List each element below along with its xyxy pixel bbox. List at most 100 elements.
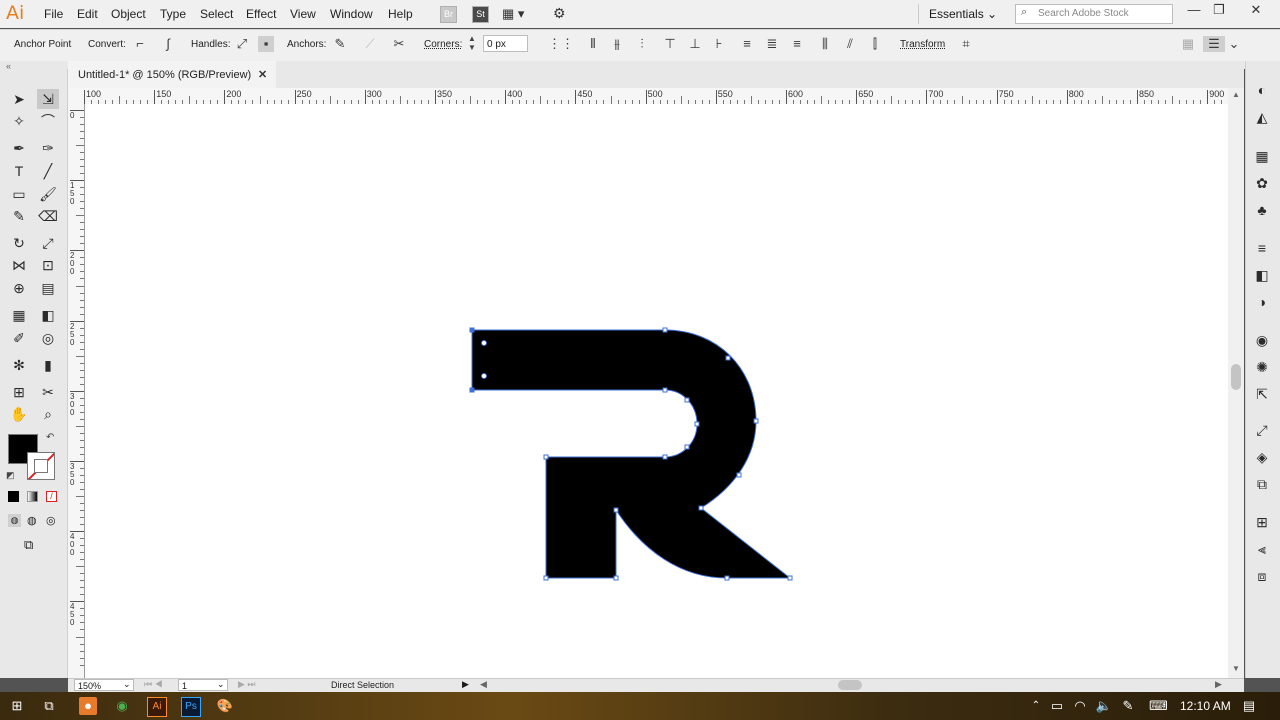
- gradient-panel-icon[interactable]: ◧: [1252, 265, 1272, 285]
- convert-to-corner-icon[interactable]: ⌐: [132, 36, 148, 52]
- status-menu-icon[interactable]: ▶: [462, 679, 469, 690]
- blend-tool-icon[interactable]: ◎: [37, 328, 59, 348]
- transform-panel-icon[interactable]: ⤢: [1252, 420, 1272, 440]
- chrome-icon[interactable]: ◉: [113, 697, 131, 715]
- paint-icon[interactable]: 🎨: [216, 697, 234, 715]
- windows-start-icon[interactable]: ⊞: [8, 697, 26, 715]
- align-option-1-icon[interactable]: ⫴: [585, 36, 601, 52]
- swap-colors-icon[interactable]: ↶: [46, 432, 54, 443]
- letter-r-path[interactable]: [471, 329, 792, 579]
- layers-icon[interactable]: ◈: [1252, 447, 1272, 467]
- notifications-icon[interactable]: ▤: [1240, 697, 1258, 715]
- export-icon[interactable]: ⇱: [1252, 384, 1272, 404]
- draw-behind-icon[interactable]: ◍: [27, 514, 37, 527]
- vertical-scroll-thumb[interactable]: [1231, 364, 1241, 390]
- hide-handles-icon[interactable]: ▪: [258, 36, 274, 52]
- align-option-7-icon[interactable]: ≡: [739, 36, 755, 52]
- mesh-tool-icon[interactable]: ▦: [8, 305, 30, 325]
- direct-selection-tool-icon[interactable]: ⇲: [37, 89, 59, 109]
- stock-search-input[interactable]: ⌕ Search Adobe Stock: [1015, 4, 1173, 24]
- column-graph-icon[interactable]: ▮: [37, 355, 59, 375]
- chevron-down-icon[interactable]: ⌄: [217, 679, 225, 690]
- color-panel-icon[interactable]: ◭: [1252, 107, 1272, 127]
- color-guide-icon[interactable]: ◐: [1252, 80, 1272, 100]
- align-left-panel-icon[interactable]: ⫷: [1252, 539, 1272, 559]
- menu-file[interactable]: File: [44, 7, 63, 21]
- paintbrush-icon[interactable]: 🖌: [37, 184, 59, 204]
- select-similar-icon[interactable]: ⋮⋮: [548, 36, 574, 52]
- align-option-2-icon[interactable]: ⫵: [609, 36, 625, 52]
- workspace-switcher[interactable]: Essentials ⌄: [929, 7, 997, 21]
- menu-window[interactable]: Window: [330, 7, 373, 21]
- artboard-tool-icon[interactable]: ⊞: [8, 382, 30, 402]
- gpu-performance-icon[interactable]: ⚙: [553, 5, 566, 22]
- symbols-icon[interactable]: ♣: [1252, 200, 1272, 220]
- color-mode-icon[interactable]: [8, 491, 19, 502]
- corners-stepper[interactable]: ▲ ▼: [468, 34, 476, 52]
- menu-help[interactable]: Help: [388, 7, 413, 21]
- minimize-button[interactable]: —: [1182, 2, 1206, 22]
- scale-tool-icon[interactable]: ⤢: [37, 233, 59, 253]
- bridge-icon[interactable]: Br: [440, 6, 457, 23]
- pen-workspace-icon[interactable]: ✎: [1119, 697, 1137, 715]
- battery-icon[interactable]: ▭: [1048, 697, 1066, 715]
- vertical-ruler[interactable]: 0 1 5 0 2 0 0 2 5 0 3 0 0 3 5 0 4 0 0 4 5 0: [68, 104, 85, 678]
- align-option-12-icon[interactable]: ⫿: [867, 36, 883, 52]
- magic-wand-icon[interactable]: ✧: [8, 111, 30, 131]
- app-logo[interactable]: Ai: [6, 2, 24, 24]
- align-option-3-icon[interactable]: ⫶: [634, 36, 650, 52]
- type-tool-icon[interactable]: T: [8, 161, 30, 181]
- panel-options-icon[interactable]: ▦: [1180, 36, 1196, 52]
- rectangle-tool-icon[interactable]: ▭: [8, 184, 30, 204]
- eyedropper-icon[interactable]: ✐: [8, 328, 30, 348]
- show-handles-icon[interactable]: ⤢: [234, 36, 250, 52]
- volume-icon[interactable]: 🔈: [1095, 697, 1113, 715]
- taskbar-clock[interactable]: 12:10 AM: [1180, 699, 1231, 713]
- align-panel-icon[interactable]: ⊞: [1252, 512, 1272, 532]
- menu-effect[interactable]: Effect: [246, 7, 276, 21]
- remove-anchor-icon[interactable]: ✎: [332, 36, 348, 52]
- shape-builder-icon[interactable]: ⊕: [8, 278, 30, 298]
- close-tab-icon[interactable]: ✕: [258, 68, 267, 81]
- artboards-panel-icon[interactable]: ⧉: [1252, 474, 1272, 494]
- brushes-icon[interactable]: ✿: [1252, 173, 1272, 193]
- pen-tool-icon[interactable]: ✒: [8, 138, 30, 158]
- zoom-tool-icon[interactable]: ⌕: [37, 404, 59, 424]
- free-transform-icon[interactable]: ⊡: [37, 255, 59, 275]
- arrange-documents-icon[interactable]: ▦ ▾: [502, 6, 524, 22]
- perspective-grid-icon[interactable]: ▤: [37, 278, 59, 298]
- lasso-icon[interactable]: ⌒: [37, 111, 59, 131]
- draw-inside-icon[interactable]: ◎: [46, 514, 56, 527]
- horizontal-ruler[interactable]: 100 150 200 250 300 350 400 450 500 550 600 650 700 7…: [68, 88, 1228, 105]
- menu-object[interactable]: Object: [111, 7, 146, 21]
- scroll-down-icon[interactable]: ▼: [1232, 664, 1240, 673]
- menu-view[interactable]: View: [290, 7, 316, 21]
- control-menu-icon[interactable]: ☰: [1203, 36, 1225, 52]
- scroll-right-icon[interactable]: ▶: [1215, 679, 1222, 690]
- screen-mode-icon[interactable]: ⧉: [24, 537, 33, 553]
- rotate-tool-icon[interactable]: ↻: [8, 233, 30, 253]
- draw-normal-icon[interactable]: ◍: [8, 514, 21, 527]
- hand-tool-icon[interactable]: ✋: [8, 404, 30, 424]
- gradient-tool-icon[interactable]: ◧: [37, 305, 59, 325]
- symbol-sprayer-icon[interactable]: ✻: [8, 355, 30, 375]
- cut-path-icon[interactable]: ✂: [391, 36, 407, 52]
- align-option-6-icon[interactable]: ⊦: [711, 36, 727, 52]
- chevron-down-icon[interactable]: ⌄: [1226, 36, 1242, 52]
- swatches-icon[interactable]: ▦: [1252, 146, 1272, 166]
- firefox-icon[interactable]: ●: [79, 697, 97, 715]
- chevron-down-icon[interactable]: ⌄: [123, 679, 131, 690]
- artboard-canvas[interactable]: [85, 104, 1228, 678]
- align-option-5-icon[interactable]: ⊥: [687, 36, 703, 52]
- width-tool-icon[interactable]: ⋈: [8, 255, 30, 275]
- corners-label[interactable]: Corners:: [424, 39, 462, 50]
- task-view-icon[interactable]: ⧉: [40, 697, 58, 715]
- align-option-11-icon[interactable]: ⫽: [842, 36, 858, 52]
- photoshop-taskbar-icon[interactable]: Ps: [181, 697, 201, 717]
- isolate-icon[interactable]: ⌗: [958, 36, 974, 52]
- line-tool-icon[interactable]: ╱: [37, 161, 59, 181]
- transparency-icon[interactable]: ◑: [1252, 292, 1272, 312]
- pathfinder-icon[interactable]: ⧈: [1252, 566, 1272, 586]
- transform-link[interactable]: Transform: [900, 39, 945, 50]
- wifi-icon[interactable]: ◠: [1071, 697, 1089, 715]
